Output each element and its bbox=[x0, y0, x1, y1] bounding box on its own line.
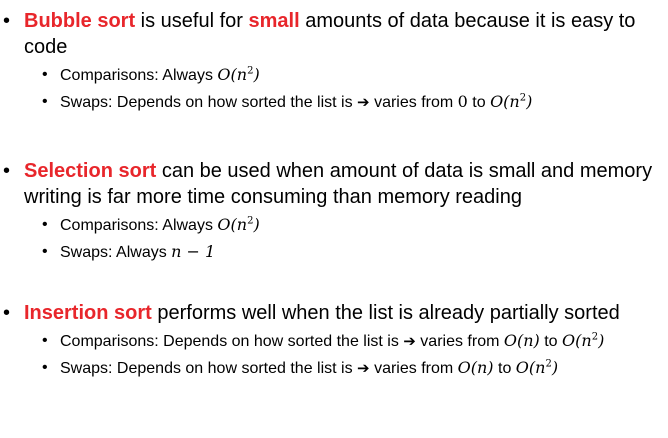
bubble-comparisons-label: Comparisons: Always bbox=[60, 67, 218, 84]
slide: • Bubble sort is useful for small amount… bbox=[0, 0, 668, 438]
bullet-icon: • bbox=[3, 10, 11, 32]
bubble-swaps-math: O(n2) bbox=[490, 92, 533, 111]
insertion-comparisons-item: • Comparisons: Depends on how sorted the… bbox=[0, 330, 660, 353]
insertion-sort-term: Insertion sort bbox=[24, 302, 152, 324]
bubble-swaps-item: • Swaps: Depends on how sorted the list … bbox=[0, 91, 660, 114]
bubble-swaps-to: to bbox=[467, 94, 491, 111]
selection-comparisons-item: • Comparisons: Always O(n2) bbox=[0, 214, 660, 237]
selection-swaps-item: • Swaps: Always n − 1 bbox=[0, 241, 660, 264]
insertion-sort-bullet: • Insertion sort performs well when the … bbox=[0, 300, 668, 326]
bubble-comparisons-math: O(n2) bbox=[217, 65, 260, 84]
insertion-comparisons-mid: varies from bbox=[415, 333, 504, 350]
bubble-sort-term: Bubble sort bbox=[24, 10, 136, 32]
bubble-sort-section: • Bubble sort is useful for small amount… bbox=[0, 8, 668, 114]
right-arrow-icon: ➔ bbox=[357, 93, 370, 111]
selection-swaps-label: Swaps: Always bbox=[60, 244, 172, 261]
insertion-comparisons-label: Comparisons: Depends on how sorted the l… bbox=[60, 333, 404, 350]
insertion-swaps-to: to bbox=[493, 360, 516, 377]
selection-sort-section: • Selection sort can be used when amount… bbox=[0, 158, 668, 264]
bullet-icon: • bbox=[42, 216, 48, 233]
insertion-comparisons-math: O(n2) bbox=[562, 331, 605, 350]
bubble-sort-bullet: • Bubble sort is useful for small amount… bbox=[0, 8, 668, 60]
bubble-sort-emphasis: small bbox=[248, 10, 300, 32]
right-arrow-icon: ➔ bbox=[403, 332, 416, 350]
selection-comparisons-math: O(n2) bbox=[217, 215, 260, 234]
bullet-icon: • bbox=[3, 160, 11, 182]
insertion-swaps-math: O(n2) bbox=[515, 358, 559, 377]
insertion-comparisons-math-a: O(n) bbox=[503, 331, 540, 350]
bullet-icon: • bbox=[42, 66, 48, 83]
bullet-icon: • bbox=[42, 93, 48, 110]
bubble-comparisons-item: • Comparisons: Always O(n2) bbox=[0, 64, 660, 87]
selection-sort-bullet: • Selection sort can be used when amount… bbox=[0, 158, 668, 210]
bullet-icon: • bbox=[42, 359, 48, 376]
insertion-swaps-mid: varies from bbox=[369, 360, 458, 377]
insertion-swaps-item: • Swaps: Depends on how sorted the list … bbox=[0, 357, 660, 380]
insertion-comparisons-to: to bbox=[539, 333, 563, 350]
bubble-swaps-zero: 0 bbox=[457, 92, 468, 111]
insertion-sort-section: • Insertion sort performs well when the … bbox=[0, 300, 668, 380]
bubble-swaps-label: Swaps: Depends on how sorted the list is bbox=[60, 94, 358, 111]
bullet-icon: • bbox=[42, 332, 48, 349]
bullet-icon: • bbox=[42, 243, 48, 260]
bubble-sort-text-a: is useful for bbox=[135, 10, 249, 32]
selection-sort-term: Selection sort bbox=[24, 160, 157, 182]
insertion-sort-text: performs well when the list is already p… bbox=[151, 302, 620, 324]
selection-comparisons-label: Comparisons: Always bbox=[60, 217, 218, 234]
selection-swaps-math: n − 1 bbox=[171, 242, 216, 261]
insertion-swaps-math-a: O(n) bbox=[457, 358, 494, 377]
right-arrow-icon: ➔ bbox=[357, 359, 370, 377]
bullet-icon: • bbox=[3, 302, 11, 324]
insertion-swaps-label: Swaps: Depends on how sorted the list is bbox=[60, 360, 358, 377]
bubble-swaps-mid: varies from bbox=[369, 94, 458, 111]
